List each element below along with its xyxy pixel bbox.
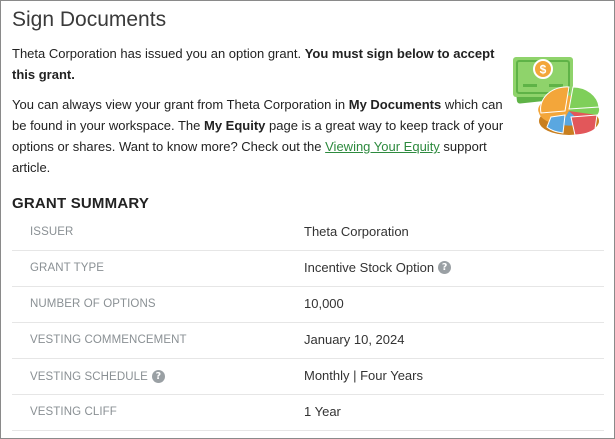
summary-label-text: GRANT TYPE — [30, 262, 105, 274]
table-row: VESTING SCHEDULE? Monthly | Four Years — [12, 359, 604, 395]
summary-label-text: ISSUER — [30, 226, 74, 238]
table-row: VESTING CLIFF 1 Year — [12, 395, 604, 431]
table-row: VESTING COMMENCEMENT January 10, 2024 — [12, 323, 604, 359]
summary-value-text: 10,000 — [304, 296, 344, 311]
summary-value: 10,000 — [304, 296, 344, 311]
grant-summary-heading: GRANT SUMMARY — [12, 195, 150, 212]
help-icon[interactable]: ? — [438, 261, 452, 274]
intro-text-segment: You can always view your grant from Thet… — [12, 97, 349, 112]
table-row: GRANT TYPE Incentive Stock Option? — [12, 251, 604, 287]
summary-label-text: VESTING CLIFF — [30, 406, 117, 418]
summary-label-text: VESTING SCHEDULE — [30, 370, 148, 383]
money-and-pie-chart-icon: $ — [513, 57, 600, 136]
summary-label: NUMBER OF OPTIONS — [30, 298, 156, 310]
page-title: Sign Documents — [12, 8, 167, 31]
grant-summary-table: ISSUER Theta Corporation GRANT TYPE Incenti… — [12, 215, 604, 431]
summary-label: VESTING SCHEDULE? — [30, 370, 165, 383]
summary-value-text: Incentive Stock Option — [304, 260, 435, 275]
summary-label: VESTING COMMENCEMENT — [30, 334, 187, 346]
summary-value: Incentive Stock Option? — [304, 260, 452, 275]
summary-value-text: Theta Corporation — [304, 224, 409, 239]
summary-value: Monthly | Four Years — [304, 368, 423, 383]
summary-value-text: January 10, 2024 — [304, 332, 405, 347]
table-row: ISSUER Theta Corporation — [12, 215, 604, 251]
summary-value: 1 Year — [304, 404, 341, 419]
my-documents-label: My Documents — [348, 97, 442, 112]
summary-label-text: VESTING COMMENCEMENT — [30, 334, 187, 346]
table-row: NUMBER OF OPTIONS 10,000 — [12, 287, 604, 323]
intro-paragraph-grant: Theta Corporation has issued you an opti… — [12, 43, 504, 85]
sign-documents-panel: Sign Documents Theta Corporation has iss… — [0, 0, 615, 439]
summary-value: Theta Corporation — [304, 224, 409, 239]
currency-symbol: $ — [540, 63, 547, 77]
viewing-your-equity-link[interactable]: Viewing Your Equity — [325, 139, 440, 154]
summary-value: January 10, 2024 — [304, 332, 404, 347]
intro-paragraph-info: You can always view your grant from Thet… — [12, 94, 504, 178]
summary-value-text: Monthly | Four Years — [304, 368, 423, 383]
intro-grant-text: Theta Corporation has issued you an opti… — [12, 46, 305, 61]
summary-label: ISSUER — [30, 226, 73, 238]
help-icon[interactable]: ? — [151, 370, 165, 383]
summary-label-text: NUMBER OF OPTIONS — [30, 298, 156, 310]
intro-text: Theta Corporation has issued you an opti… — [12, 43, 504, 187]
my-equity-label: My Equity — [204, 118, 266, 133]
summary-label: VESTING CLIFF — [30, 406, 117, 418]
summary-value-text: 1 Year — [304, 404, 341, 419]
summary-label: GRANT TYPE — [30, 262, 104, 274]
